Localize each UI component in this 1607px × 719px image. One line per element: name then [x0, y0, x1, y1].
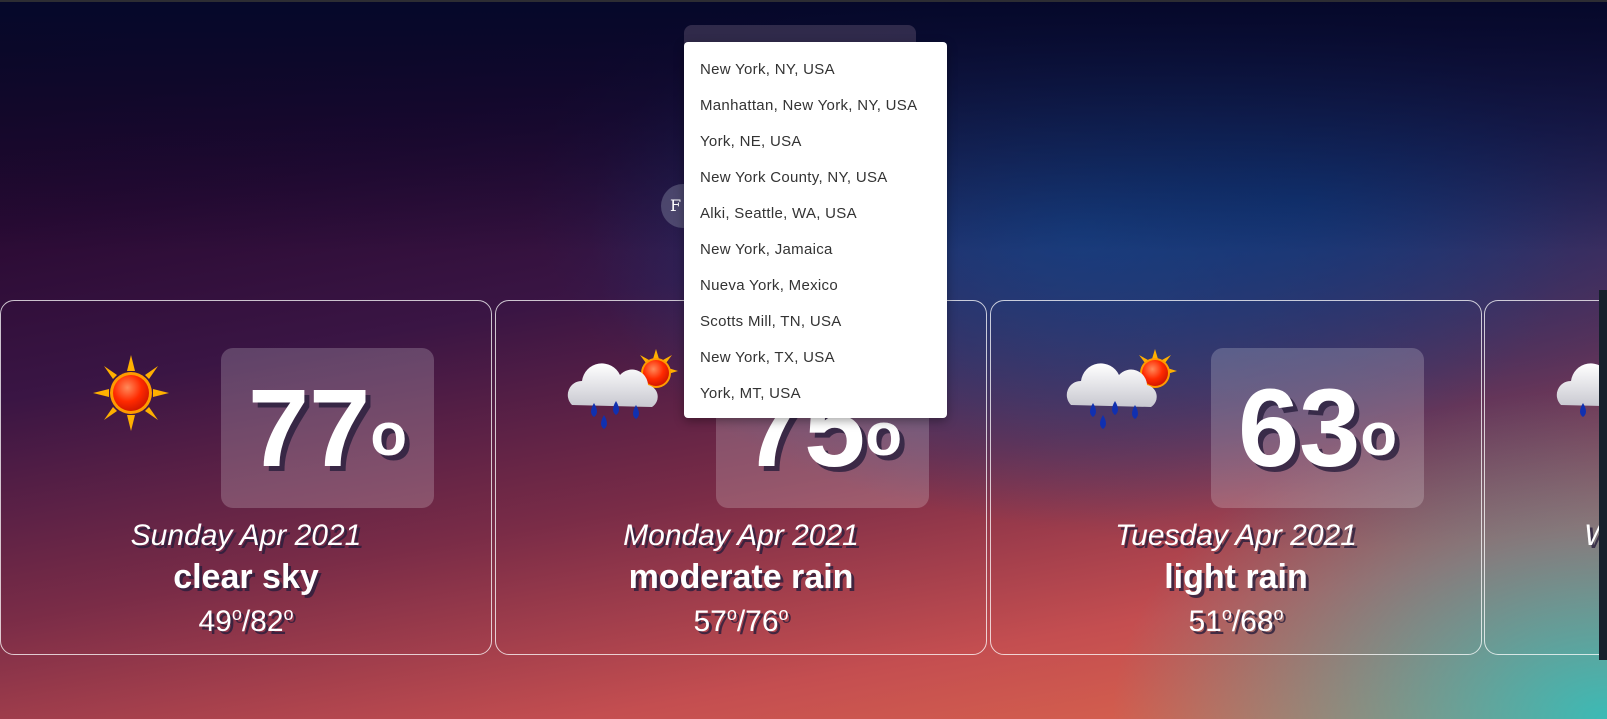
suggestion-option[interactable]: New York, TX, USA — [684, 340, 947, 376]
rain-cloud-sun-icon — [567, 349, 678, 429]
forecast-card-wednesday: W — [1484, 300, 1607, 655]
current-temp-box: 63o — [1211, 348, 1424, 508]
window-top-border — [0, 0, 1607, 2]
temp-range: 51o/68o — [1188, 604, 1284, 638]
scrollbar[interactable] — [1599, 290, 1607, 660]
city-suggestions-dropdown: New York, NY, USA Manhattan, New York, N… — [684, 42, 947, 418]
forecast-date: Tuesday Apr 2021 — [1115, 519, 1357, 552]
current-temp: 77o — [247, 367, 407, 490]
forecast-description: light rain — [1164, 558, 1308, 596]
unit-toggle-label: F — [670, 196, 682, 215]
suggestion-option[interactable]: York, NE, USA — [684, 124, 947, 160]
suggestion-option[interactable]: Alki, Seattle, WA, USA — [684, 196, 947, 232]
forecast-description: moderate rain — [628, 558, 854, 596]
suggestion-option[interactable]: New York, NY, USA — [684, 52, 947, 88]
temp-range: 49o/82o — [198, 604, 294, 638]
suggestion-option[interactable]: Nueva York, Mexico — [684, 268, 947, 304]
forecast-card-sunday: 77o Sunday Apr 2021 clear sky 49o/82o — [0, 300, 492, 655]
forecast-date: Sunday Apr 2021 — [130, 519, 362, 552]
temp-range: 57o/76o — [693, 604, 789, 638]
suggestion-option[interactable]: New York, Jamaica — [684, 232, 947, 268]
current-temp-box: 77o — [221, 348, 434, 508]
suggestion-option[interactable]: New York County, NY, USA — [684, 160, 947, 196]
forecast-date: Monday Apr 2021 — [623, 519, 859, 552]
rain-cloud-sun-icon — [1066, 349, 1177, 429]
sun-icon — [93, 355, 169, 431]
forecast-card-tuesday: 63o Tuesday Apr 2021 light rain 51o/68o — [990, 300, 1482, 655]
suggestion-option[interactable]: York, MT, USA — [684, 376, 947, 412]
suggestion-option[interactable]: Manhattan, New York, NY, USA — [684, 88, 947, 124]
forecast-description: clear sky — [173, 558, 319, 596]
current-temp: 63o — [1237, 367, 1397, 490]
suggestion-option[interactable]: Scotts Mill, TN, USA — [684, 304, 947, 340]
